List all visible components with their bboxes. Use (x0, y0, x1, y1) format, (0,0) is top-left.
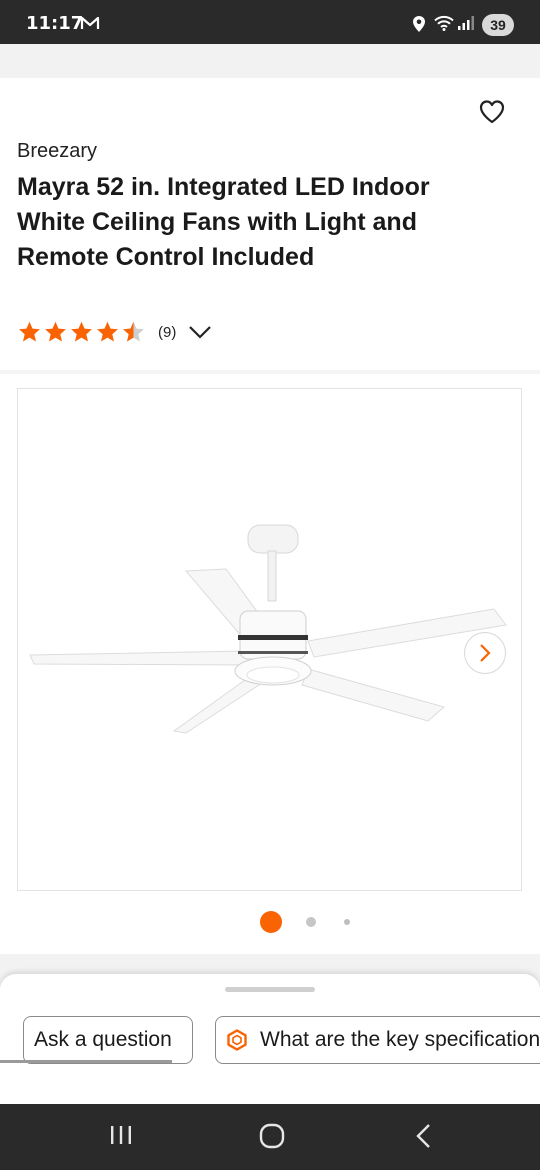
pagination-dot[interactable] (344, 919, 350, 925)
sheet-drag-handle[interactable] (225, 987, 315, 992)
star-icon (97, 321, 118, 342)
back-icon[interactable] (412, 1122, 436, 1150)
ask-question-label: Ask a question (34, 1028, 172, 1051)
product-title: Mayra 52 in. Integrated LED Indoor White… (17, 173, 430, 271)
wifi-icon (434, 15, 454, 31)
star-icon (45, 321, 66, 342)
chevron-right-icon (480, 644, 491, 662)
ceiling-fan-image (29, 524, 507, 734)
product-image-carousel[interactable] (17, 388, 522, 891)
product-card: Breezary Mayra 52 in. Integrated LED Ind… (0, 78, 540, 954)
status-time: 11:17 (26, 13, 84, 34)
home-icon[interactable] (258, 1122, 286, 1150)
half-star-icon (123, 321, 144, 342)
hexagon-sparkle-icon (227, 1029, 247, 1051)
recent-apps-icon[interactable] (108, 1122, 134, 1148)
status-bar: 11:17 39 (0, 0, 540, 44)
rating-stars (17, 320, 146, 344)
horizontal-scroll-indicator (0, 1060, 172, 1063)
star-icon (19, 321, 40, 342)
pagination-dot-active[interactable] (260, 911, 282, 933)
star-icon (71, 321, 92, 342)
chevron-down-icon[interactable] (188, 324, 212, 340)
section-divider (0, 370, 540, 374)
rating-summary[interactable]: (9) (17, 318, 212, 346)
key-specifications-label: What are the key specifications? (260, 1028, 540, 1051)
battery-badge: 39 (482, 14, 514, 36)
carousel-pagination (0, 910, 540, 934)
product-brand[interactable]: Breezary (17, 140, 97, 163)
ask-question-button[interactable]: Ask a question (23, 1016, 193, 1064)
top-strip (0, 44, 540, 78)
mail-icon (80, 16, 100, 29)
next-image-button[interactable] (464, 632, 506, 674)
location-icon (413, 16, 425, 32)
signal-icon (458, 16, 474, 30)
pagination-dot[interactable] (306, 917, 316, 927)
review-count[interactable]: (9) (158, 324, 176, 341)
assistant-bottom-sheet: Ask a question What are the key specific… (0, 974, 540, 1104)
key-specifications-button[interactable]: What are the key specifications? (215, 1016, 540, 1064)
favorite-heart-icon[interactable] (478, 98, 506, 126)
system-navigation-bar (0, 1104, 540, 1170)
